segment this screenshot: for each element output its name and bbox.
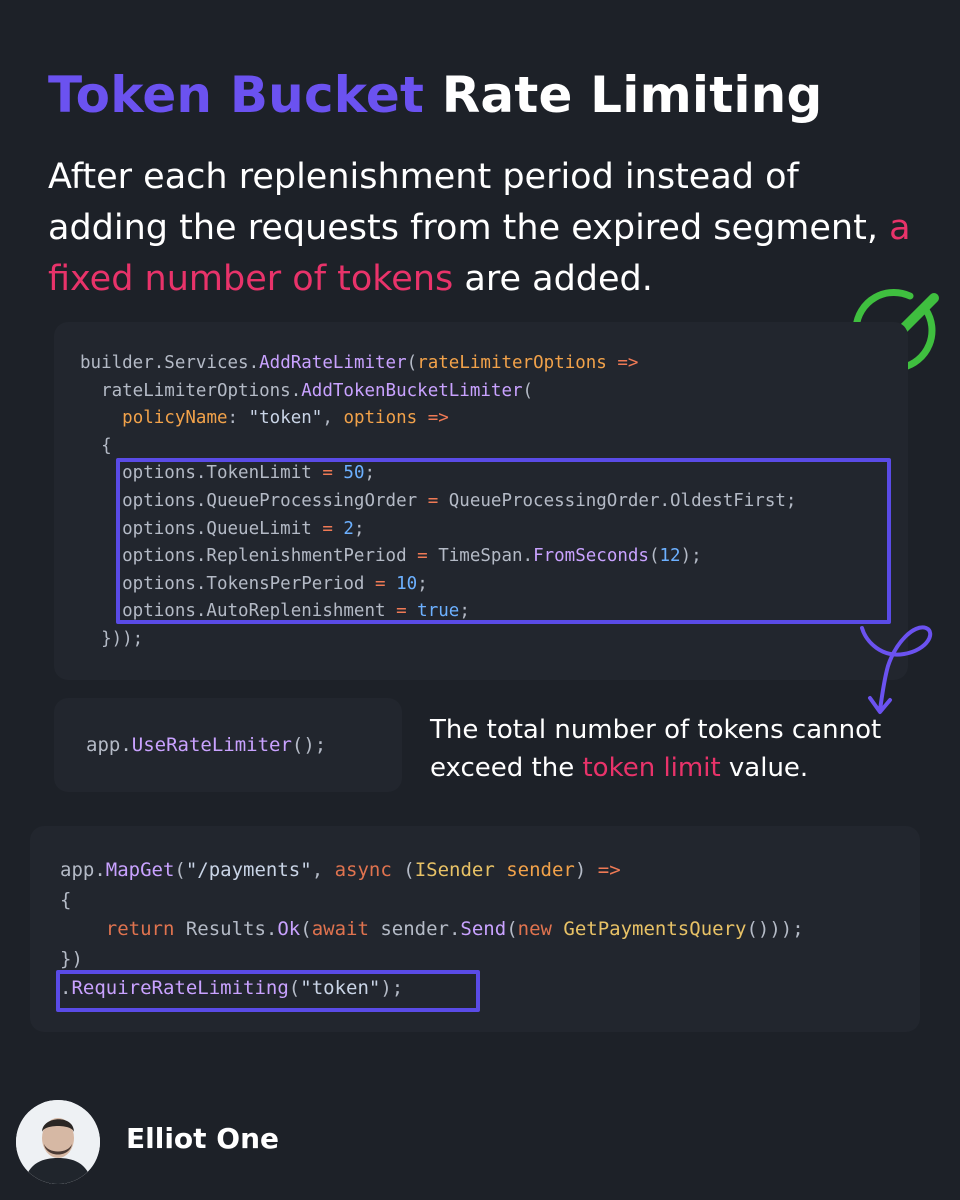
avatar: [16, 1100, 100, 1184]
title-rest: Rate Limiting: [441, 66, 823, 124]
code-line: {: [80, 435, 112, 456]
require-rate-limiting-highlight-box: [56, 970, 480, 1012]
code-line: rateLimiterOptions.AddTokenBucketLimiter…: [80, 380, 534, 401]
code-line: {: [60, 888, 72, 911]
note-highlight: token limit: [582, 753, 721, 783]
intro-text: After each replenishment period instead …: [48, 157, 890, 248]
options-highlight-box: [116, 458, 891, 624]
token-limit-note: The total number of tokens cannot exceed…: [430, 715, 882, 783]
code-line: return Results.Ok(await sender.Send(new …: [105, 918, 804, 941]
intro-text-end: are added.: [453, 259, 653, 299]
code-line: }));: [80, 628, 144, 649]
use-rate-limiter-code: app.UseRateLimiter();: [54, 698, 402, 792]
code-line: policyName: "token", options =>: [122, 408, 449, 429]
code-line: builder.Services.AddRateLimiter(rateLimi…: [80, 353, 639, 373]
title-accent: Token Bucket: [48, 66, 425, 124]
code-line: app.MapGet("/payments", async (ISender s…: [60, 859, 621, 881]
author-name: Elliot One: [126, 1122, 280, 1155]
page-title: Token Bucket Rate Limiting: [48, 66, 822, 124]
curly-arrow-icon: [860, 625, 933, 714]
intro-paragraph: After each replenishment period instead …: [48, 152, 928, 305]
code-block: app.UseRateLimiter();: [86, 734, 327, 756]
